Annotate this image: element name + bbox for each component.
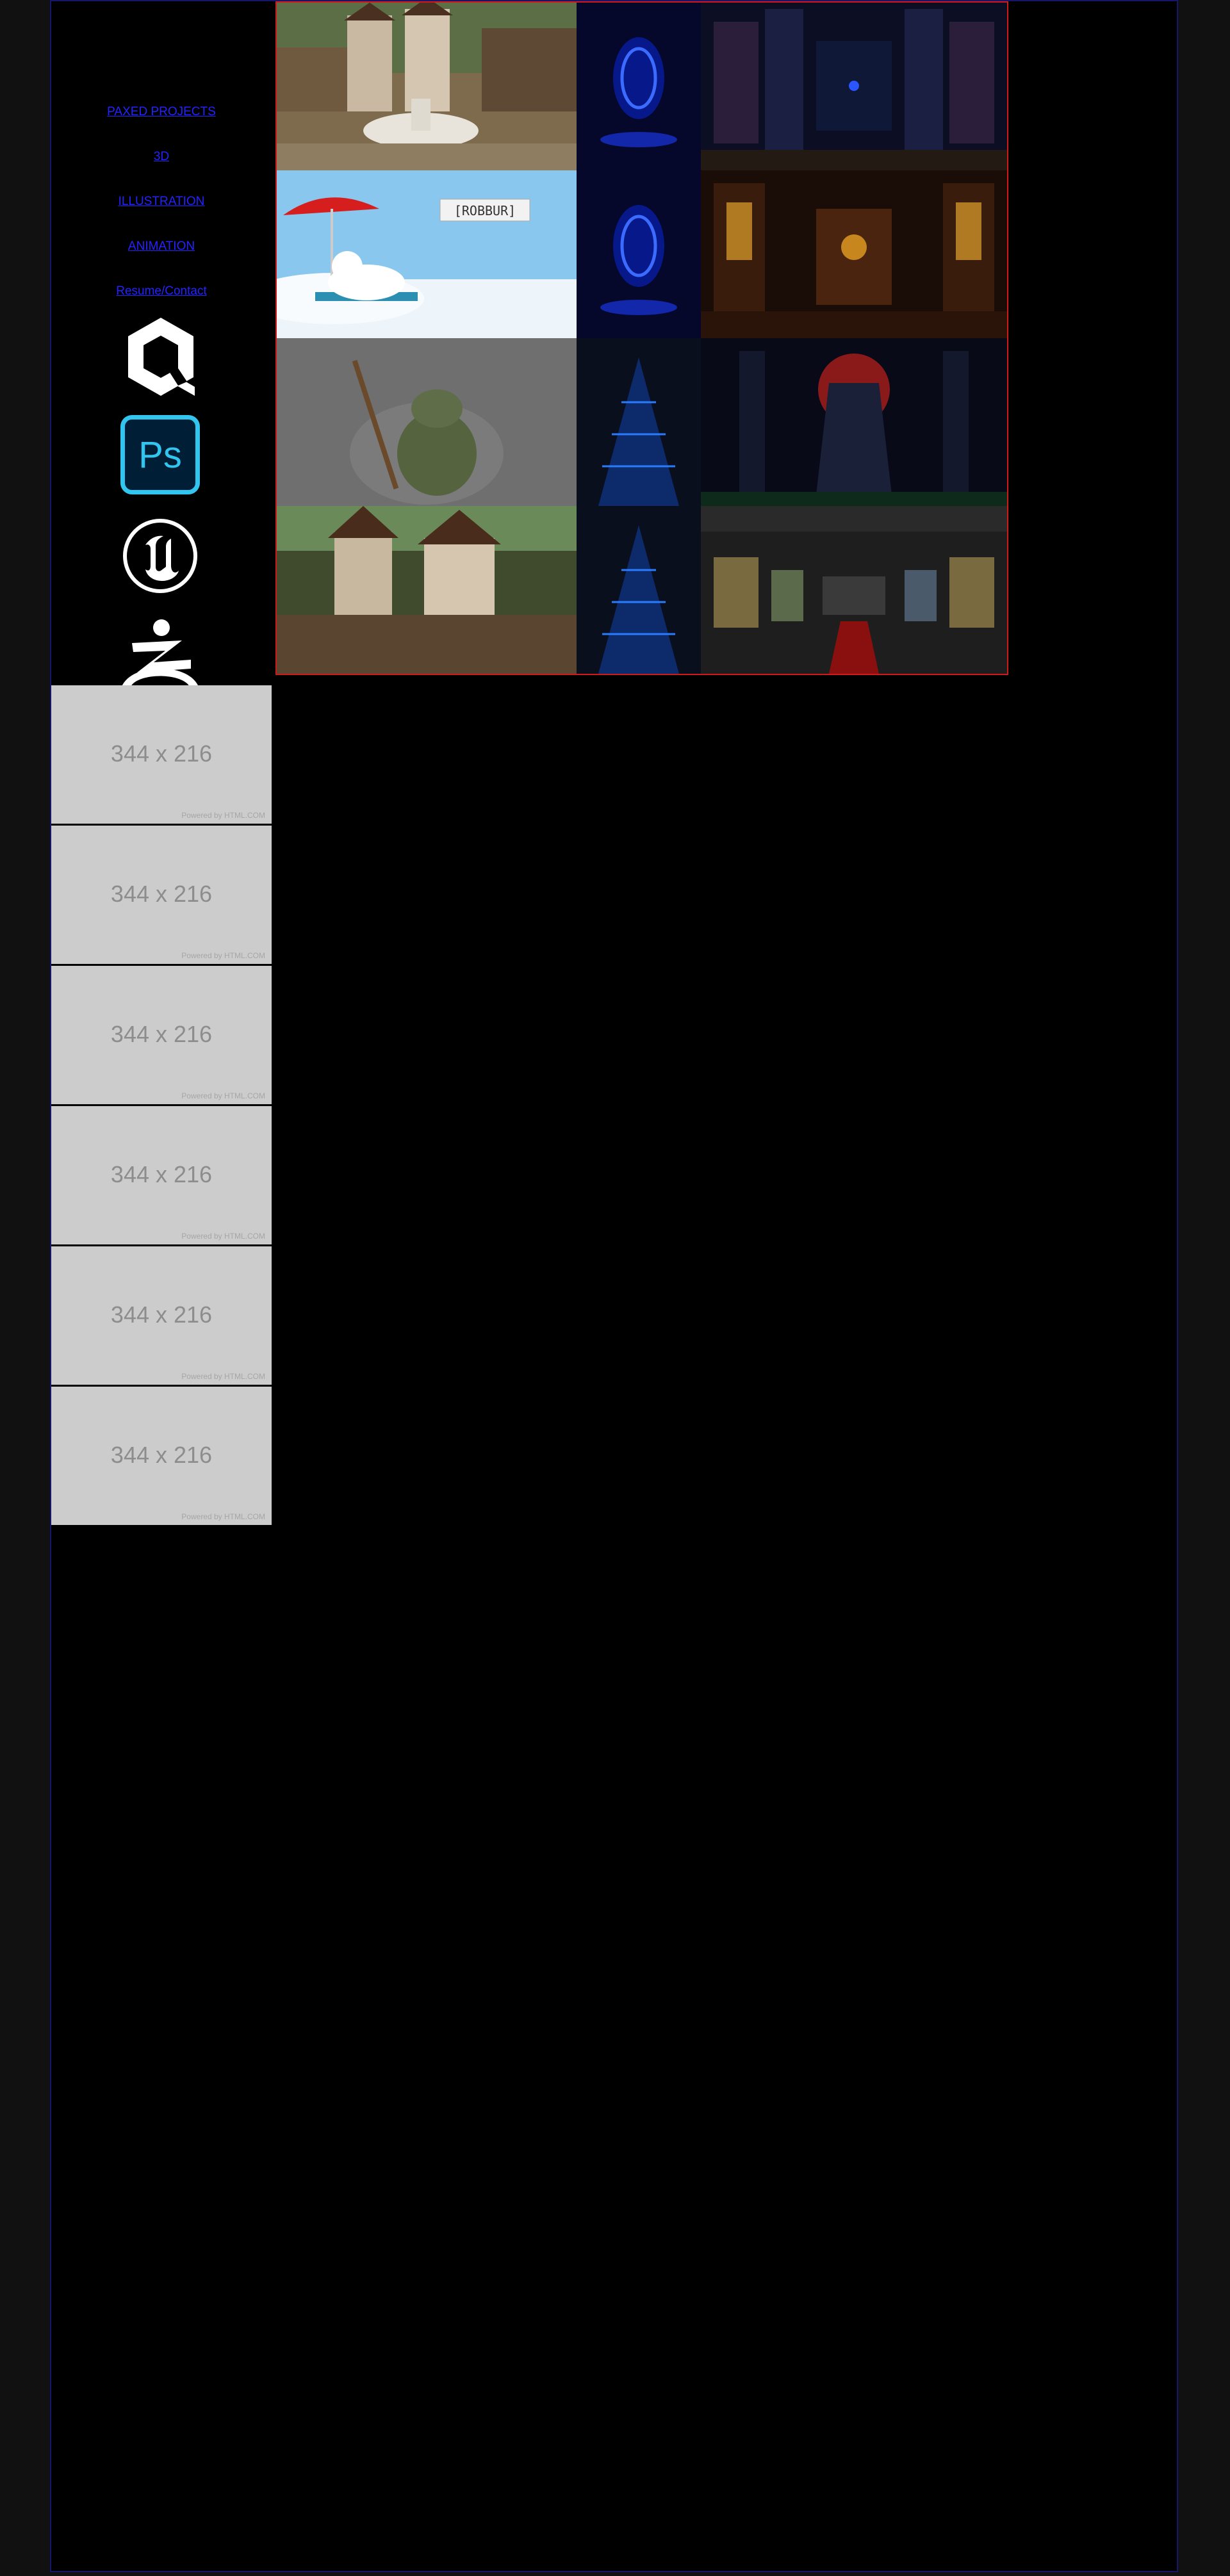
nav-link-paxed-projects[interactable]: PAXED PROJECTS xyxy=(51,105,272,119)
gallery-tile-blue-tower[interactable] xyxy=(577,338,701,506)
zbrush-icon[interactable] xyxy=(119,617,201,687)
gallery-tile-village-fountain[interactable] xyxy=(277,3,577,170)
quixel-icon[interactable] xyxy=(123,315,199,398)
photoshop-icon-text: Ps xyxy=(138,434,182,476)
placeholder-image: 344 x 216 Powered by HTML.COM xyxy=(51,826,272,964)
nav-link-resume-contact[interactable]: Resume/Contact xyxy=(51,284,272,298)
nav-link-3d[interactable]: 3D xyxy=(51,150,272,164)
placeholder-image: 344 x 216 Powered by HTML.COM xyxy=(51,1246,272,1385)
gallery-grid: [ROBBUR] xyxy=(275,1,1008,675)
placeholder-image: 344 x 216 Powered by HTML.COM xyxy=(51,966,272,1104)
placeholder-size: 344 x 216 xyxy=(110,881,213,907)
placeholder-image: 344 x 216 Powered by HTML.COM xyxy=(51,1387,272,1525)
gallery-tile-gallery-hall[interactable] xyxy=(701,506,1007,674)
placeholder-size: 344 x 216 xyxy=(110,1021,213,1047)
banner-text: [ROBBUR] xyxy=(454,203,516,218)
placeholder-credit: Powered by HTML.COM xyxy=(181,1232,265,1241)
nav-link-animation[interactable]: ANIMATION xyxy=(51,240,272,254)
placeholder-size: 344 x 216 xyxy=(110,1442,213,1468)
gallery-tile-medieval-house[interactable] xyxy=(277,506,577,674)
nav-link-illustration[interactable]: ILLUSTRATION xyxy=(51,195,272,209)
unreal-engine-icon[interactable] xyxy=(121,517,199,595)
photoshop-icon[interactable]: Ps xyxy=(120,415,200,494)
placeholder-size: 344 x 216 xyxy=(110,740,213,767)
placeholder-credit: Powered by HTML.COM xyxy=(181,1512,265,1521)
gallery-tile-blue-portal[interactable] xyxy=(577,3,701,170)
gallery-tile-polar-bear[interactable]: [ROBBUR] xyxy=(277,170,577,338)
gallery-tile-creature-sculpt[interactable] xyxy=(277,338,577,506)
placeholder-credit: Powered by HTML.COM xyxy=(181,1372,265,1381)
page-container: PAXED PROJECTS 3D ILLUSTRATION ANIMATION… xyxy=(50,0,1178,2572)
placeholder-size: 344 x 216 xyxy=(110,1301,213,1328)
gallery-tile-blue-portal-2[interactable] xyxy=(577,170,701,338)
gallery-tile-throne-room[interactable] xyxy=(701,170,1007,338)
placeholder-image: 344 x 216 Powered by HTML.COM xyxy=(51,1106,272,1244)
gallery-tile-blue-tower-2[interactable] xyxy=(577,506,701,674)
placeholder-size: 344 x 216 xyxy=(110,1161,213,1187)
placeholder-image: 344 x 216 Powered by HTML.COM xyxy=(51,685,272,824)
placeholder-credit: Powered by HTML.COM xyxy=(181,1091,265,1100)
gallery-tile-library[interactable] xyxy=(701,3,1007,170)
placeholder-credit: Powered by HTML.COM xyxy=(181,951,265,960)
gallery-tile-dark-gate[interactable] xyxy=(701,338,1007,506)
placeholder-credit: Powered by HTML.COM xyxy=(181,811,265,820)
